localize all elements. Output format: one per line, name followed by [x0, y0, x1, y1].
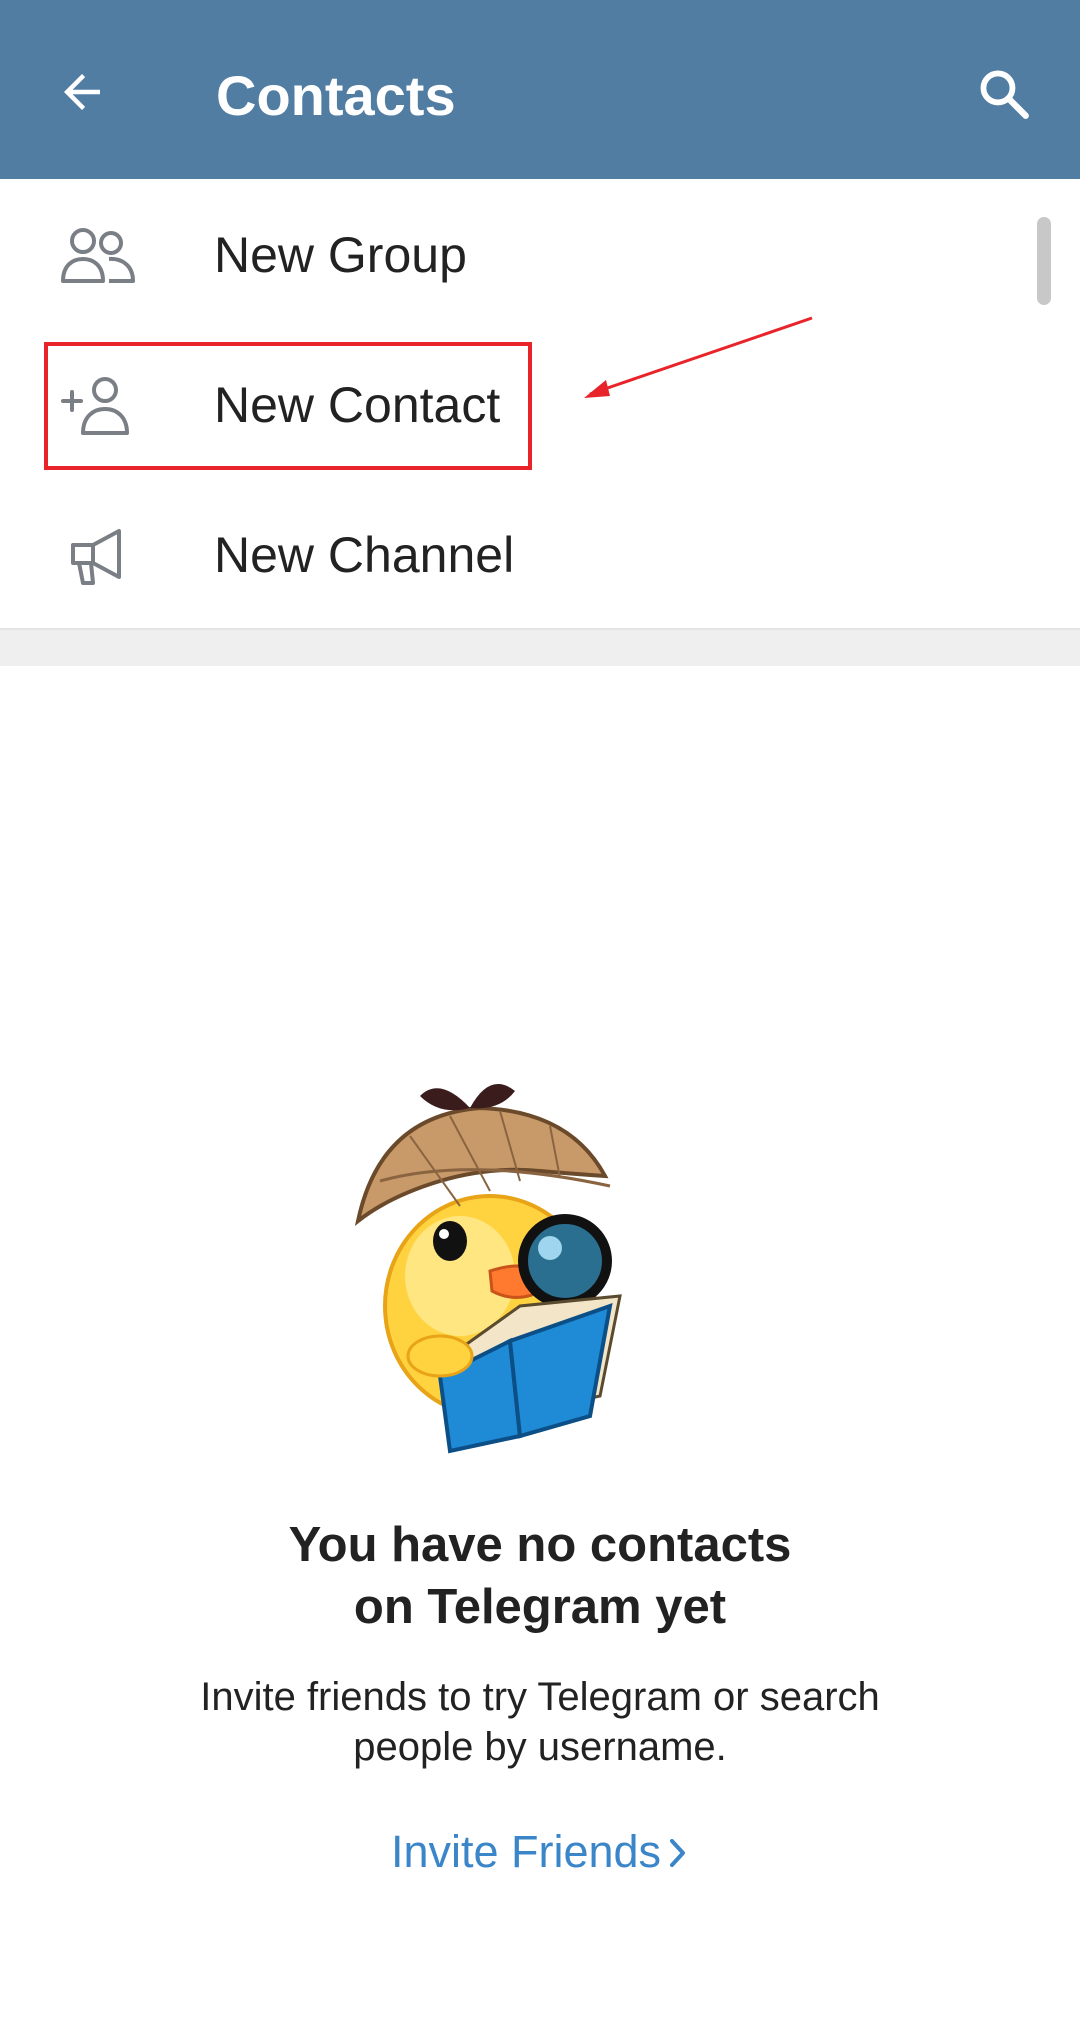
menu-item-new-channel[interactable]: New Channel — [0, 479, 1080, 629]
empty-state-title: You have no contacts on Telegram yet — [0, 1514, 1080, 1638]
empty-subtitle-line: people by username. — [353, 1725, 727, 1769]
empty-subtitle-line: Invite friends to try Telegram or search — [200, 1675, 880, 1719]
section-divider — [0, 628, 1080, 666]
search-icon — [980, 70, 1029, 119]
invite-friends-link[interactable]: Invite Friends — [0, 1822, 1080, 1885]
empty-title-line: on Telegram yet — [353, 1580, 727, 1634]
back-button[interactable] — [40, 50, 124, 134]
invite-friends-label: Invite Friends — [390, 1826, 662, 1877]
group-icon — [56, 214, 140, 298]
menu-item-label: New Group — [214, 227, 467, 283]
search-button[interactable] — [962, 52, 1046, 136]
empty-state-subtitle: Invite friends to try Telegram or search… — [100, 1672, 980, 1772]
scrollbar[interactable] — [1037, 217, 1051, 305]
app-bar: Contacts — [0, 0, 1080, 179]
back-arrow-icon — [64, 74, 100, 110]
empty-state: You have no contacts on Telegram yet Inv… — [0, 666, 1080, 2033]
add-contact-icon — [56, 364, 140, 448]
menu-item-new-contact[interactable]: New Contact — [0, 329, 1080, 479]
megaphone-icon — [56, 514, 140, 598]
empty-title-line: You have no contacts — [288, 1518, 792, 1572]
chevron-right-icon — [667, 1825, 689, 1885]
contacts-menu: New Group New Contact New Channel — [0, 179, 1080, 628]
page-title: Contacts — [216, 64, 456, 127]
detective-duck-sticker — [354, 1083, 622, 1454]
menu-item-label: New Channel — [214, 527, 515, 583]
menu-item-label: New Contact — [214, 377, 501, 433]
menu-item-new-group[interactable]: New Group — [0, 179, 1080, 329]
